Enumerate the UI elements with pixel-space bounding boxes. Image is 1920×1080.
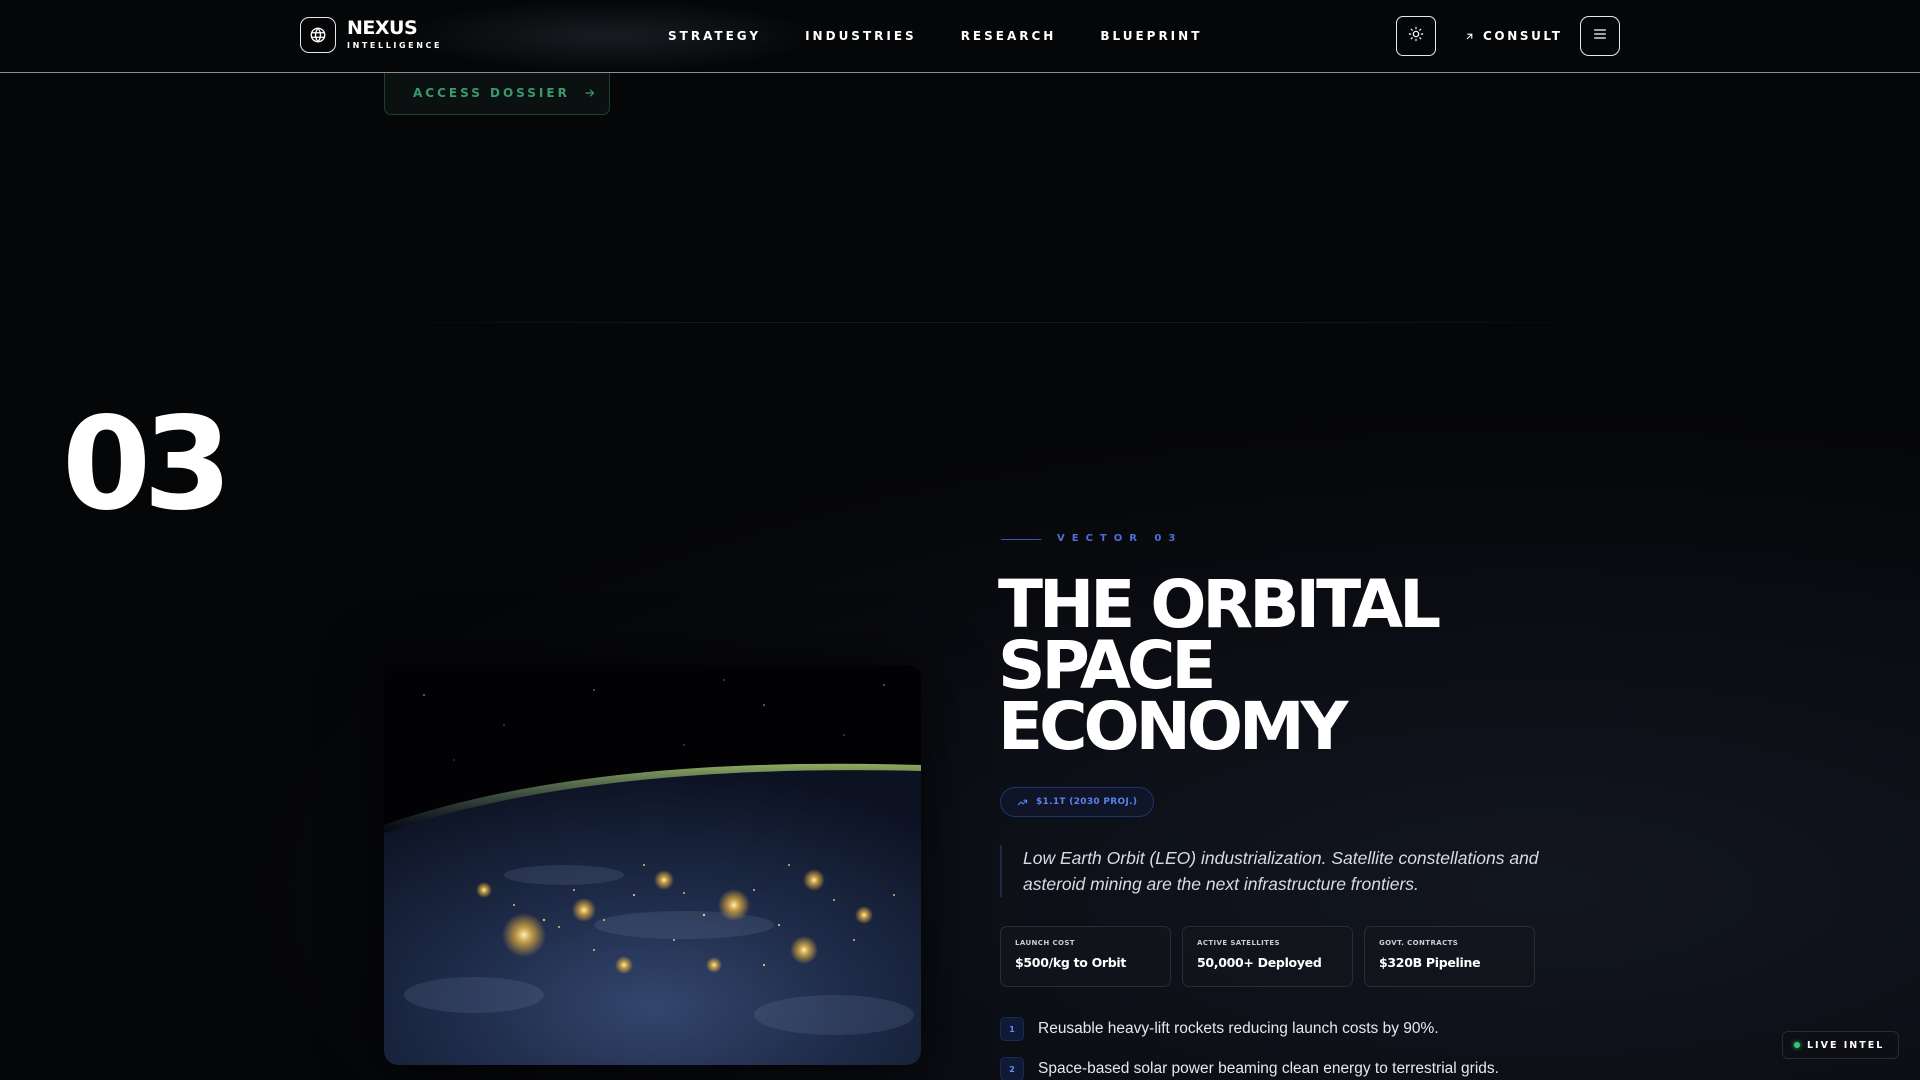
- point-text: Space-based solar power beaming clean en…: [1038, 1060, 1499, 1077]
- nav-industries[interactable]: INDUSTRIES: [805, 29, 917, 43]
- status-dot: [1794, 1042, 1800, 1048]
- stat-value: 50,000+ Deployed: [1197, 955, 1322, 970]
- theme-toggle-button[interactable]: [1396, 16, 1436, 56]
- earth-at-night-image: [384, 665, 921, 1065]
- menu-icon: [1592, 26, 1608, 47]
- stat-value: $500/kg to Orbit: [1015, 955, 1127, 970]
- stat-label: ACTIVE SATELLITES: [1197, 939, 1280, 947]
- headline-line-2: SPACE: [998, 627, 1216, 704]
- nav-strategy[interactable]: STRATEGY: [668, 29, 761, 43]
- point-number: 1: [1000, 1017, 1024, 1041]
- section-background: [0, 323, 1920, 1080]
- section-number: 03: [62, 390, 232, 539]
- key-points-list: 1 Reusable heavy-lift rockets reducing l…: [1000, 1017, 1499, 1080]
- market-size-badge: $1.1T (2030 PROJ.): [1000, 787, 1155, 817]
- globe-icon: [300, 17, 336, 53]
- nav-research[interactable]: RESEARCH: [961, 29, 1057, 43]
- arrow-up-right-icon: [1464, 31, 1475, 42]
- consult-label: CONSULT: [1483, 29, 1563, 43]
- brand-name: NEXUS: [347, 16, 418, 39]
- stat-value: $320B Pipeline: [1379, 955, 1481, 970]
- headline-line-1: THE ORBITAL: [998, 566, 1441, 643]
- brand-tagline: INTELLIGENCE: [347, 40, 443, 50]
- consult-link[interactable]: CONSULT: [1464, 29, 1562, 43]
- main-nav: STRATEGY INDUSTRIES RESEARCH BLUEPRINT: [668, 29, 1246, 43]
- vector-line: [1001, 538, 1041, 540]
- point-text: Reusable heavy-lift rockets reducing lau…: [1038, 1020, 1439, 1037]
- section-headline: THE ORBITAL SPACE ECONOMY: [998, 566, 1558, 765]
- stat-label: LAUNCH COST: [1015, 939, 1075, 947]
- trending-up-icon: [1017, 797, 1028, 808]
- stat-label: GOVT. CONTRACTS: [1379, 939, 1459, 947]
- list-item: 1 Reusable heavy-lift rockets reducing l…: [1000, 1017, 1499, 1041]
- section-description: Low Earth Orbit (LEO) industrialization.…: [1000, 845, 1560, 897]
- nav-blueprint[interactable]: BLUEPRINT: [1100, 29, 1202, 43]
- site-header: NEXUS INTELLIGENCE STRATEGY INDUSTRIES R…: [0, 0, 1920, 73]
- live-intel-label: LIVE INTEL: [1807, 1039, 1885, 1051]
- headline-line-3: ECONOMY: [998, 688, 1348, 765]
- access-dossier-button[interactable]: ACCESS DOSSIER: [384, 72, 610, 115]
- list-item: 2 Space-based solar power beaming clean …: [1000, 1057, 1499, 1080]
- stats-row: LAUNCH COST $500/kg to Orbit ACTIVE SATE…: [1000, 926, 1535, 987]
- arrow-right-icon: [584, 87, 596, 99]
- access-dossier-label: ACCESS DOSSIER: [413, 86, 570, 100]
- vector-label-text: VECTOR 03: [1057, 533, 1183, 544]
- point-number: 2: [1000, 1057, 1024, 1080]
- brand-text: NEXUS INTELLIGENCE: [347, 16, 443, 52]
- menu-button[interactable]: [1580, 16, 1620, 56]
- stat-card-govt-contracts: GOVT. CONTRACTS $320B Pipeline: [1364, 926, 1535, 987]
- vector-label: VECTOR 03: [1001, 533, 1182, 545]
- sun-icon: [1408, 26, 1424, 47]
- brand-logo[interactable]: NEXUS INTELLIGENCE: [300, 17, 442, 53]
- stat-card-active-satellites: ACTIVE SATELLITES 50,000+ Deployed: [1182, 926, 1353, 987]
- market-size-label: $1.1T (2030 PROJ.): [1036, 797, 1138, 807]
- live-intel-badge[interactable]: LIVE INTEL: [1782, 1031, 1899, 1059]
- stat-card-launch-cost: LAUNCH COST $500/kg to Orbit: [1000, 926, 1171, 987]
